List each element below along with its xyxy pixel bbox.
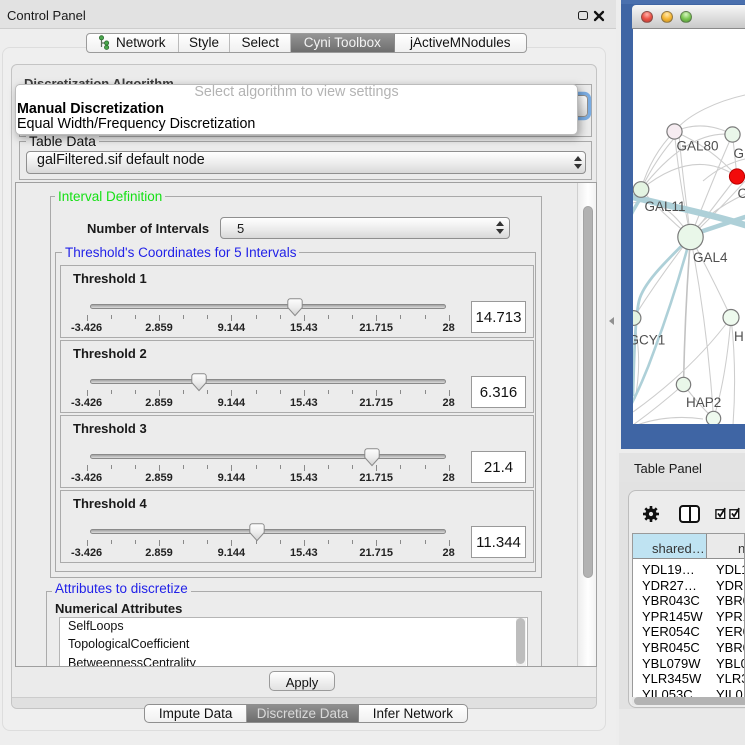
svg-text:HAP2: HAP2 [686,395,721,410]
svg-text:G.: G. [734,146,745,161]
svg-text:GAL4: GAL4 [693,250,728,265]
svg-text:H: H [734,329,744,344]
svg-text:GAL80: GAL80 [677,139,719,154]
svg-text:GCY1: GCY1 [633,333,665,348]
svg-text:C: C [738,186,745,201]
svg-text:GAL11: GAL11 [645,199,686,214]
